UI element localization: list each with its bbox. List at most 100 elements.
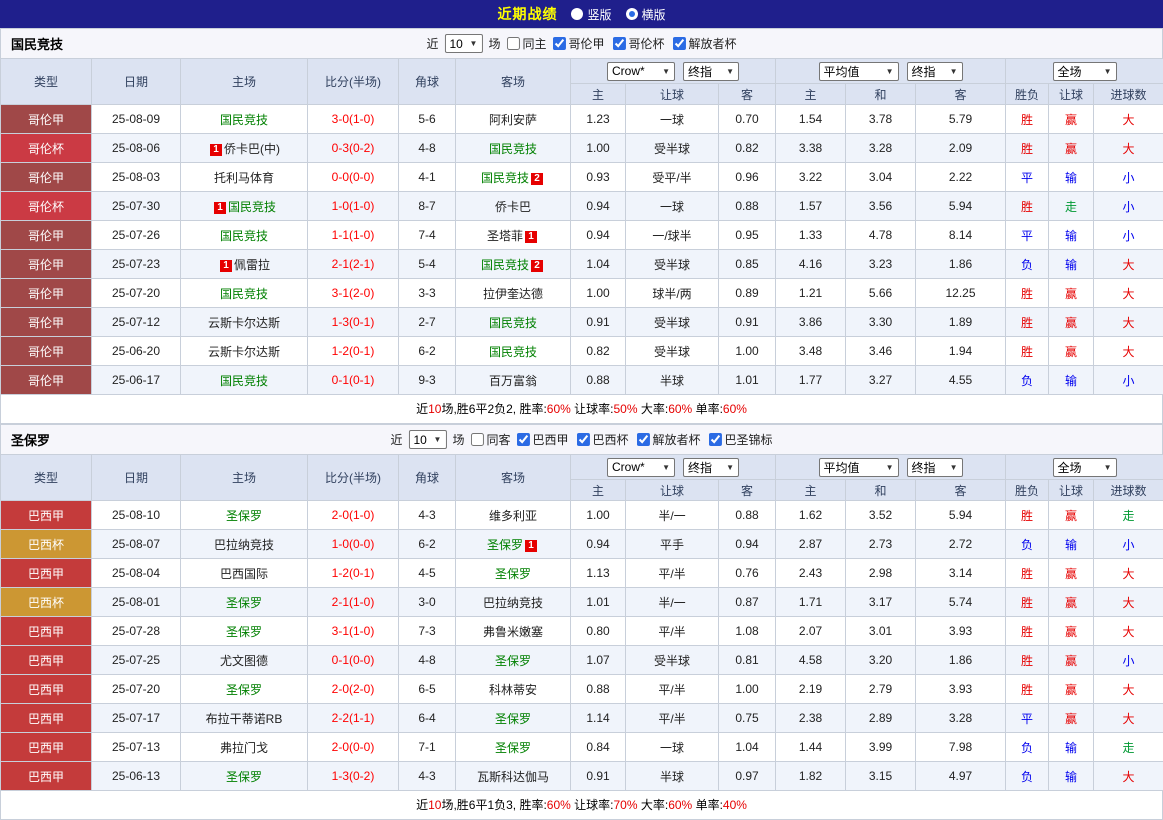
team-link[interactable]: 国民竞技 (489, 345, 537, 359)
team-link[interactable]: 云斯卡尔达斯 (208, 345, 280, 359)
checkbox[interactable] (673, 37, 686, 50)
team-link[interactable]: 国民竞技 (481, 258, 529, 272)
checkbox[interactable] (613, 37, 626, 50)
avg-lose-odds-cell: 4.55 (916, 366, 1006, 395)
col-header-type: 类型 (1, 455, 92, 501)
odds-time-select[interactable]: 终指▼ (683, 62, 739, 81)
avg-time-select[interactable]: 终指▼ (907, 458, 963, 477)
layout-horizontal-radio[interactable]: 横版 (626, 6, 666, 23)
team-link[interactable]: 圣保罗 (226, 509, 262, 523)
subcol-goals: 进球数 (1094, 84, 1163, 105)
team-link[interactable]: 国民竞技 (220, 374, 268, 388)
team-link[interactable]: 巴拉纳竞技 (483, 596, 543, 610)
team-link[interactable]: 国民竞技 (220, 287, 268, 301)
stats-text: 60% (723, 402, 747, 416)
handicap-away-odds-cell: 0.88 (719, 192, 776, 221)
team-link[interactable]: 圣保罗 (487, 538, 523, 552)
team-link[interactable]: 拉伊奎达德 (483, 287, 543, 301)
team-link[interactable]: 侨卡巴 (495, 200, 531, 214)
team-link[interactable]: 国民竞技 (481, 171, 529, 185)
team-link[interactable]: 侨卡巴(中) (224, 142, 280, 156)
team-link[interactable]: 云斯卡尔达斯 (208, 316, 280, 330)
radio-icon (571, 8, 583, 20)
team-link[interactable]: 圣保罗 (226, 683, 262, 697)
league-cell: 哥伦甲 (1, 163, 92, 192)
team-link[interactable]: 圣保罗 (226, 625, 262, 639)
chevron-down-icon: ▼ (886, 67, 894, 76)
date-cell: 25-06-20 (92, 337, 181, 366)
team-link[interactable]: 弗拉门戈 (220, 741, 268, 755)
league-filter-checkbox[interactable]: 巴圣锦标 (709, 431, 773, 448)
same-venue-checkbox[interactable]: 同客 (470, 431, 510, 448)
bookmaker-select[interactable]: Crow*▼ (607, 458, 675, 477)
team-link[interactable]: 佩雷拉 (234, 258, 270, 272)
subcol-handicap: 让球 (626, 84, 719, 105)
team-link[interactable]: 瓦斯科达伽马 (477, 770, 549, 784)
avg-draw-odds-cell: 3.30 (846, 308, 916, 337)
team-link[interactable]: 托利马体育 (214, 171, 274, 185)
avg-win-odds-cell: 1.33 (776, 221, 846, 250)
team-link[interactable]: 国民竞技 (220, 229, 268, 243)
league-filter-checkbox[interactable]: 解放者杯 (673, 35, 737, 52)
team-link[interactable]: 圣保罗 (226, 770, 262, 784)
handicap-cell: 受半球 (626, 134, 719, 163)
checkbox[interactable] (709, 433, 722, 446)
team-link[interactable]: 布拉干蒂诺RB (206, 712, 283, 726)
league-filter-checkbox[interactable]: 巴西杯 (577, 431, 629, 448)
league-filter-checkbox[interactable]: 哥伦甲 (553, 35, 605, 52)
checkbox[interactable] (553, 37, 566, 50)
odds-time-select[interactable]: 终指▼ (683, 458, 739, 477)
team-link[interactable]: 尤文图德 (220, 654, 268, 668)
team-link[interactable]: 百万富翁 (489, 374, 537, 388)
scope-select[interactable]: 全场▼ (1053, 458, 1117, 477)
match-count-select[interactable]: 10▼ (444, 34, 482, 53)
bookmaker-select[interactable]: Crow*▼ (607, 62, 675, 81)
league-filter-checkbox[interactable]: 巴西甲 (516, 431, 568, 448)
games-label: 场 (488, 35, 500, 52)
team-link[interactable]: 国民竞技 (220, 113, 268, 127)
checkbox[interactable] (577, 433, 590, 446)
team-link[interactable]: 科林蒂安 (489, 683, 537, 697)
same-venue-checkbox[interactable]: 同主 (506, 35, 546, 52)
checkbox[interactable] (506, 37, 519, 50)
league-filter-checkbox[interactable]: 解放者杯 (637, 431, 701, 448)
team-link[interactable]: 维多利亚 (489, 509, 537, 523)
average-select[interactable]: 平均值▼ (819, 62, 899, 81)
team-link[interactable]: 弗鲁米嫩塞 (483, 625, 543, 639)
team-link[interactable]: 圣塔菲 (487, 229, 523, 243)
checkbox[interactable] (470, 433, 483, 446)
subcol-handicap: 让球 (626, 480, 719, 501)
team-link[interactable]: 圣保罗 (495, 712, 531, 726)
handicap-home-odds-cell: 1.23 (571, 105, 626, 134)
layout-vertical-radio[interactable]: 竖版 (571, 6, 611, 23)
team-link[interactable]: 巴西国际 (220, 567, 268, 581)
checkbox[interactable] (516, 433, 529, 446)
avg-win-odds-cell: 1.54 (776, 105, 846, 134)
league-filter-checkbox[interactable]: 哥伦杯 (613, 35, 665, 52)
avg-draw-odds-cell: 3.56 (846, 192, 916, 221)
team-link[interactable]: 圣保罗 (495, 654, 531, 668)
team-link[interactable]: 圣保罗 (226, 596, 262, 610)
scope-select[interactable]: 全场▼ (1053, 62, 1117, 81)
avg-lose-odds-cell: 3.28 (916, 704, 1006, 733)
team-link[interactable]: 国民竞技 (228, 200, 276, 214)
team-link[interactable]: 阿利安萨 (489, 113, 537, 127)
avg-win-odds-cell: 2.38 (776, 704, 846, 733)
avg-win-odds-cell: 1.21 (776, 279, 846, 308)
team-link[interactable]: 国民竞技 (489, 316, 537, 330)
team-link[interactable]: 圣保罗 (495, 741, 531, 755)
table-header-row: 类型 日期 主场 比分(半场) 角球 客场 Crow*▼ 终指▼ 平均值▼ 终指… (1, 59, 1163, 84)
avg-time-select[interactable]: 终指▼ (907, 62, 963, 81)
handicap-away-odds-cell: 0.75 (719, 704, 776, 733)
handicap-result-cell: 赢 (1049, 501, 1094, 530)
match-count-select[interactable]: 10▼ (408, 430, 446, 449)
date-cell: 25-06-17 (92, 366, 181, 395)
average-select[interactable]: 平均值▼ (819, 458, 899, 477)
team-link[interactable]: 圣保罗 (495, 567, 531, 581)
handicap-cell: 一球 (626, 192, 719, 221)
team-link[interactable]: 巴拉纳竞技 (214, 538, 274, 552)
topbar: 近期战绩 竖版 横版 (0, 0, 1163, 28)
team-link[interactable]: 国民竞技 (489, 142, 537, 156)
checkbox[interactable] (637, 433, 650, 446)
result-cell: 胜 (1006, 134, 1049, 163)
